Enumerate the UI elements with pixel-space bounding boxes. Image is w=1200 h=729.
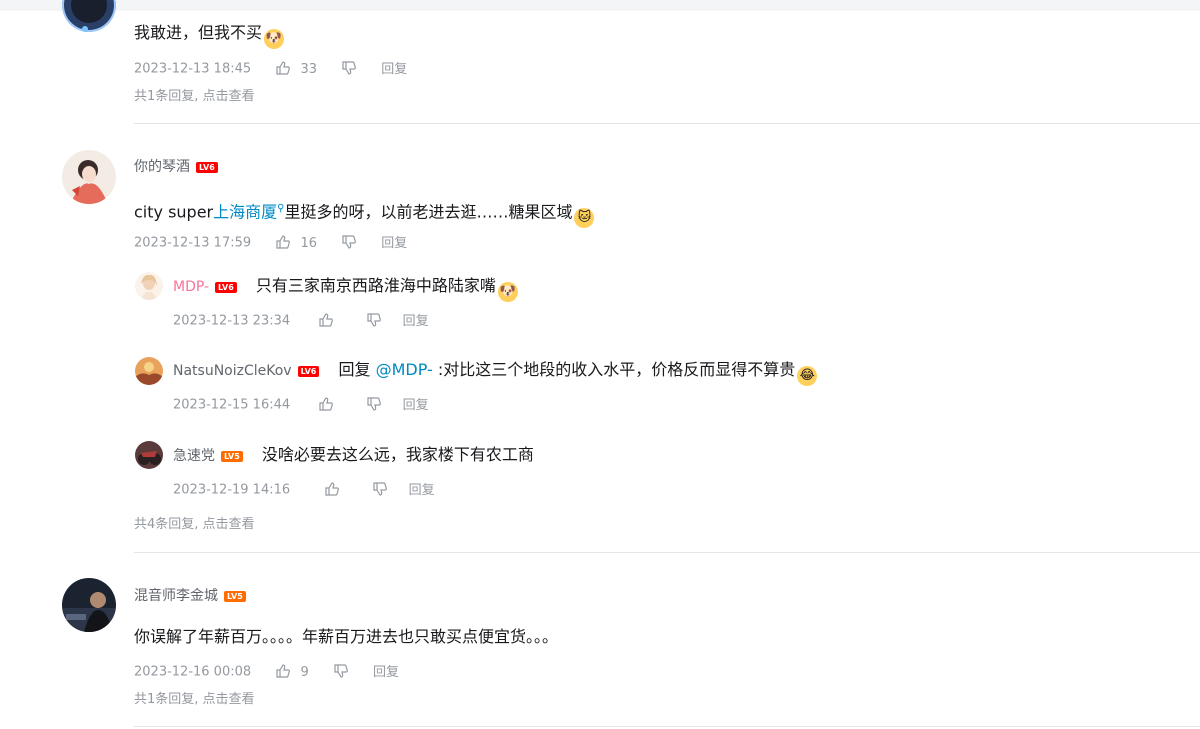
like-button[interactable]: 33 — [275, 60, 317, 79]
thumb-up-icon — [319, 313, 334, 327]
dislike-button[interactable] — [333, 663, 349, 682]
username[interactable]: NatsuNoizCleKov LV6 — [173, 363, 320, 379]
comment-content: 我敢进，但我不买 🐶 — [134, 21, 285, 49]
comment-time: 2023-12-16 00:08 — [134, 664, 252, 680]
like-button[interactable]: 16 — [275, 234, 317, 253]
emoji-icon: 🐶 — [497, 282, 518, 302]
comment-content: city super上海商厦⚲里挺多的呀，以前老进去逛……糖果区域 🐱 — [134, 197, 595, 229]
search-link[interactable]: 上海商厦 — [213, 202, 277, 221]
reply-button[interactable]: 回复 — [373, 665, 399, 680]
thumb-down-icon — [373, 482, 388, 496]
username[interactable]: 急速党 LV5 — [173, 448, 243, 464]
username-text: 混音师李金城 — [134, 588, 218, 604]
view-replies-link[interactable]: 共4条回复, 点击查看 — [134, 516, 255, 534]
reply-text: 只有三家南京西路淮海中路陆家嘴 — [255, 276, 496, 295]
thumb-up-icon — [276, 61, 291, 75]
reply-time: 2023-12-19 14:16 — [173, 482, 291, 498]
comment-text-pre: city super — [134, 202, 214, 222]
username[interactable]: 你的琴酒 LV6 — [134, 157, 218, 177]
reply-item: 急速党 LV5 没啥必要去这么远，我家楼下有农工商 — [173, 443, 534, 467]
reply-text: 没啥必要去这么远，我家楼下有农工商 — [261, 445, 534, 464]
view-replies-link[interactable]: 共1条回复, 点击查看 — [134, 88, 255, 106]
username[interactable]: 混音师李金城 LV5 — [134, 586, 246, 606]
reply-button[interactable]: 回复 — [381, 62, 407, 77]
username-text: MDP- — [173, 279, 210, 295]
level-badge: LV6 — [196, 161, 218, 173]
username-text: 急速党 — [173, 448, 215, 464]
reply-item: NatsuNoizCleKov LV6 回复 @MDP- :对比这三个地段的收入水… — [173, 358, 818, 386]
like-count: 16 — [300, 235, 317, 251]
reply-time: 2023-12-13 23:34 — [173, 313, 291, 329]
like-button[interactable] — [324, 481, 340, 500]
comment-time: 2023-12-13 18:45 — [134, 61, 252, 77]
divider — [134, 552, 1200, 553]
username-text: 你的琴酒 — [134, 159, 190, 175]
level-badge: LV6 — [215, 281, 237, 293]
reply-meta: 2023-12-15 16:44 回复 — [173, 396, 429, 414]
comment-meta: 2023-12-13 18:45 33 回复 — [134, 60, 407, 78]
comment-meta: 2023-12-13 17:59 16 回复 — [134, 234, 407, 252]
reply-button[interactable]: 回复 — [403, 398, 429, 413]
thumb-down-icon — [367, 313, 382, 327]
username-text: NatsuNoizCleKov — [173, 363, 292, 379]
level-badge: LV5 — [221, 450, 243, 462]
like-count: 9 — [300, 664, 309, 680]
reply-button[interactable]: 回复 — [403, 314, 429, 329]
comment-text: 我敢进，但我不买 — [134, 23, 263, 42]
thumb-up-icon — [319, 397, 334, 411]
reply-time: 2023-12-15 16:44 — [173, 397, 291, 413]
thumb-down-icon — [367, 397, 382, 411]
comment-time: 2023-12-13 17:59 — [134, 235, 252, 251]
thumb-down-icon — [334, 664, 348, 678]
reply-text: :对比这三个地段的收入水平，价格反而显得不算贵 — [432, 360, 796, 379]
level-badge: LV6 — [297, 365, 320, 377]
like-count: 33 — [300, 61, 317, 77]
avatar[interactable] — [135, 441, 163, 469]
dislike-button[interactable] — [341, 234, 357, 253]
dislike-button[interactable] — [366, 396, 382, 415]
comment-content: 你误解了年薪百万。。。。年薪百万进去也只敢买点便宜货。。。 — [134, 625, 558, 649]
thumb-down-icon — [342, 235, 357, 249]
level-badge: LV5 — [224, 590, 246, 602]
avatar[interactable] — [62, 0, 116, 32]
comment-meta: 2023-12-16 00:08 9 回复 — [134, 663, 399, 681]
divider — [134, 123, 1200, 124]
reply-prefix: 回复 — [338, 360, 376, 379]
mention-link[interactable]: @MDP- — [376, 360, 433, 379]
username[interactable]: MDP- LV6 — [173, 279, 237, 295]
dislike-button[interactable] — [341, 60, 357, 79]
thumb-up-icon — [276, 664, 291, 678]
dislike-button[interactable] — [372, 481, 388, 500]
reply-item: MDP- LV6 只有三家南京西路淮海中路陆家嘴 🐶 — [173, 274, 518, 302]
emoji-icon: 🐱 — [574, 208, 595, 229]
reply-meta: 2023-12-19 14:16 回复 — [173, 481, 435, 499]
reply-meta: 2023-12-13 23:34 回复 — [173, 312, 429, 330]
thumb-down-icon — [342, 61, 357, 75]
dislike-button[interactable] — [366, 312, 382, 331]
thumb-up-icon — [325, 482, 340, 496]
like-button[interactable] — [318, 396, 334, 415]
like-button[interactable] — [318, 312, 334, 331]
top-bar — [0, 0, 1200, 9]
avatar[interactable] — [62, 150, 116, 204]
view-replies-link[interactable]: 共1条回复, 点击查看 — [134, 691, 255, 709]
reply-button[interactable]: 回复 — [381, 236, 407, 251]
emoji-icon: 😂 — [797, 366, 818, 386]
emoji-icon: 🐶 — [264, 29, 285, 49]
avatar-decoration — [82, 26, 88, 32]
thumb-up-icon — [276, 235, 291, 249]
avatar[interactable] — [135, 272, 163, 300]
comment-text-post: 里挺多的呀，以前老进去逛……糖果区域 — [284, 202, 573, 222]
divider — [134, 726, 1200, 727]
comment-text: 你误解了年薪百万。。。。年薪百万进去也只敢买点便宜货。。。 — [134, 627, 559, 646]
reply-button[interactable]: 回复 — [409, 483, 435, 498]
avatar[interactable] — [62, 578, 116, 632]
like-button[interactable]: 9 — [275, 663, 309, 682]
avatar[interactable] — [135, 357, 163, 385]
